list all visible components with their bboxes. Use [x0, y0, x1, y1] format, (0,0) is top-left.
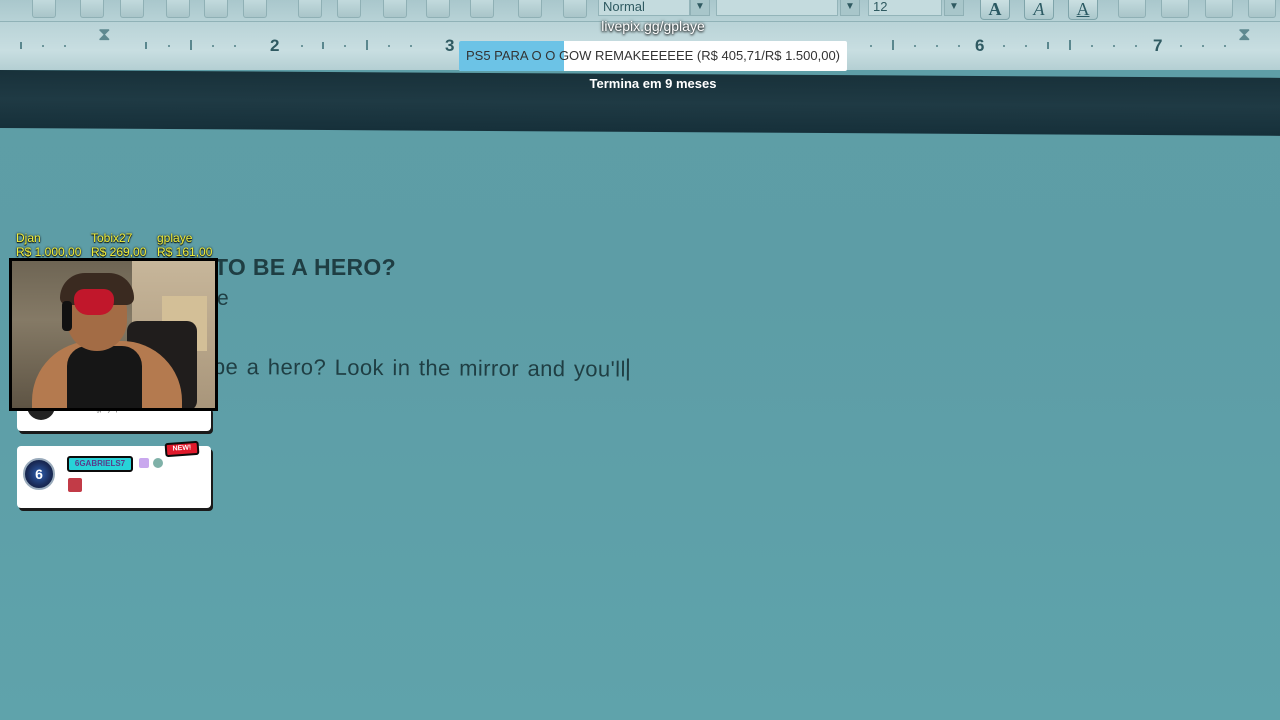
font-size-dropdown-arrow[interactable]: ▼	[944, 0, 964, 16]
ruler-tick	[1069, 40, 1071, 50]
ruler-number-6: 6	[975, 36, 985, 55]
ruler-dot	[388, 45, 390, 47]
goal-deadline: Termina em 9 meses	[589, 76, 717, 91]
ruler-tick	[20, 42, 22, 49]
ruler-dot	[301, 45, 303, 47]
toolbar-button-4[interactable]	[166, 0, 190, 18]
ruler-dot	[234, 45, 236, 47]
table-button[interactable]	[426, 0, 450, 18]
donor-name: Tobix27	[91, 231, 133, 245]
right-indent-marker-icon[interactable]: ⧗	[1238, 24, 1251, 45]
webcam-headset	[62, 301, 72, 331]
emote-icon	[68, 478, 82, 492]
donor-name: gplaye	[157, 231, 193, 245]
ruler-tick	[366, 40, 368, 50]
ruler-dot	[936, 45, 938, 47]
donor-1: Djan R$ 1.000,00	[16, 231, 81, 259]
toolbar-button-8[interactable]	[337, 0, 361, 18]
ruler-dot	[870, 45, 872, 47]
ruler-dot	[42, 45, 44, 47]
ruler-dot	[1091, 45, 1093, 47]
justify-button[interactable]	[1248, 0, 1276, 18]
bold-button[interactable]: A	[980, 0, 1010, 20]
donor-amount: R$ 161,00	[157, 245, 213, 259]
ruler-dot	[1113, 45, 1115, 47]
chat-avatar: 6	[23, 458, 55, 490]
ruler-tick	[145, 42, 147, 49]
columns-button[interactable]	[470, 0, 494, 18]
ruler-dot	[914, 45, 916, 47]
ruler-tick	[190, 40, 192, 50]
chat-avatar-glyph: 6	[35, 466, 43, 482]
subscriber-badge-icon	[139, 458, 149, 468]
ruler-tick	[1047, 42, 1049, 49]
donation-goal-text: PS5 PARA O O GOW REMAKEEEEEE (R$ 405,71/…	[465, 48, 841, 63]
ruler-dot	[958, 45, 960, 47]
webcam-streamer-shirt	[67, 346, 142, 408]
ruler-dot	[64, 45, 66, 47]
ruler-dot	[1025, 45, 1027, 47]
chat-username: 6GABRIELS7	[67, 456, 133, 472]
font-dropdown-arrow[interactable]: ▼	[840, 0, 860, 16]
ruler-number-2: 2	[270, 36, 280, 55]
underline-button[interactable]: A	[1068, 0, 1098, 20]
toolbar-button-3[interactable]	[120, 0, 144, 18]
style-dropdown-arrow[interactable]: ▼	[690, 0, 710, 16]
ruler-dot	[1003, 45, 1005, 47]
new-badge: NEW!	[164, 440, 200, 458]
donor-3: gplaye R$ 161,00	[157, 231, 212, 259]
font-size-select[interactable]: 12	[868, 0, 942, 16]
ruler-dot	[212, 45, 214, 47]
verified-badge-icon	[153, 458, 163, 468]
ruler-dot	[1224, 45, 1226, 47]
ruler-dot	[1180, 45, 1182, 47]
donor-2: Tobix27 R$ 269,00	[91, 231, 146, 259]
style-select[interactable]: Normal	[598, 0, 690, 16]
align-left-text-button[interactable]	[1118, 0, 1146, 18]
ruler-dot	[410, 45, 412, 47]
toolbar-button-5[interactable]	[204, 0, 228, 18]
webcam-feed	[9, 258, 218, 411]
font-select[interactable]	[716, 0, 838, 16]
donation-goal-bar: PS5 PARA O O GOW REMAKEEEEEE (R$ 405,71/…	[459, 41, 847, 71]
ruler-dot	[1135, 45, 1137, 47]
text-caret	[626, 358, 629, 381]
align-left-button[interactable]	[383, 0, 407, 18]
document-paragraph-text[interactable]: be a hero? Look in the mirror and you'll	[213, 354, 626, 382]
donor-amount: R$ 1.000,00	[16, 245, 82, 259]
align-right-button[interactable]	[1205, 0, 1233, 18]
italic-button[interactable]: A	[1024, 0, 1054, 20]
livepix-url: livepix.gg/gplaye	[601, 18, 705, 34]
ruler-dot	[1202, 45, 1204, 47]
donor-amount: R$ 269,00	[91, 245, 147, 259]
toolbar-button-2[interactable]	[80, 0, 104, 18]
image-button[interactable]	[518, 0, 542, 18]
indent-marker-icon[interactable]: ⧗	[98, 24, 111, 45]
document-heading[interactable]: TO BE A HERO?	[214, 254, 396, 281]
ruler-number-3: 3	[445, 36, 455, 55]
document-subheading[interactable]: e	[217, 287, 229, 311]
ruler-dot	[168, 45, 170, 47]
toolbar-button-6[interactable]	[243, 0, 267, 18]
webcam-face-filter	[74, 289, 114, 315]
chat-message-card: 6 6GABRIELS7 NEW!	[17, 440, 211, 508]
donor-name: Djan	[16, 231, 41, 245]
ruler-tick	[892, 40, 894, 50]
document-paragraph[interactable]: be a hero? Look in the mirror and you'll	[213, 354, 629, 383]
ruler-number-7: 7	[1153, 36, 1163, 55]
toolbar-button-1[interactable]	[32, 0, 56, 18]
shape-button[interactable]	[563, 0, 587, 18]
ruler-dot	[344, 45, 346, 47]
toolbar-button-7[interactable]	[298, 0, 322, 18]
align-center-button[interactable]	[1161, 0, 1189, 18]
ruler-tick	[322, 42, 324, 49]
